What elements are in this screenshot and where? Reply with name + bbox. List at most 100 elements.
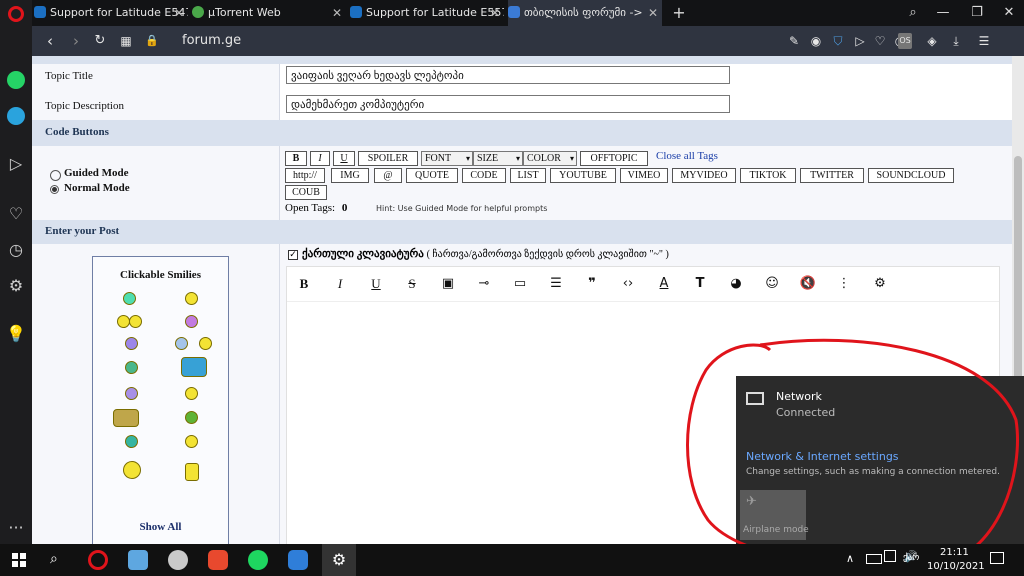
show-all-link[interactable]: Show All xyxy=(93,521,228,533)
battery-icon[interactable] xyxy=(866,554,882,564)
bold-tag-button[interactable]: B xyxy=(285,151,307,166)
bold-icon[interactable]: B xyxy=(295,275,313,293)
code-icon[interactable]: ‹› xyxy=(619,275,637,293)
close-tab-icon[interactable]: ✕ xyxy=(490,0,500,26)
tab-1[interactable]: Support for Latitude E5470 ✕ xyxy=(34,0,188,26)
utorrent-taskbar-icon[interactable] xyxy=(288,550,308,570)
reload-icon[interactable]: ↻ xyxy=(90,26,110,56)
smiley-icon[interactable] xyxy=(185,435,198,448)
color-select[interactable]: COLOR ▾ xyxy=(523,151,577,166)
link-icon[interactable]: ⊸ xyxy=(475,275,493,293)
tab-4-active[interactable]: თბილისის ფორუმი -> ✕ xyxy=(508,0,662,26)
spoiler-tag-button[interactable]: SPOILER xyxy=(358,151,418,166)
notification-icon[interactable] xyxy=(990,552,1004,564)
lightbulb-icon[interactable]: 💡 xyxy=(6,324,26,344)
smiley-icon[interactable] xyxy=(185,315,198,328)
screen-recorder-taskbar-icon[interactable] xyxy=(208,550,228,570)
topic-title-input[interactable]: ვაიფაის ვეღარ ხედავს ლეპტოპი xyxy=(286,66,730,84)
quote-tag-button[interactable]: QUOTE xyxy=(406,168,458,183)
smiley-icon[interactable] xyxy=(185,463,199,481)
url-field[interactable]: forum.ge xyxy=(182,26,241,56)
history-icon[interactable]: ◷ xyxy=(6,240,26,260)
palette-icon[interactable]: ◕ xyxy=(727,275,745,293)
video-icon[interactable]: ▭ xyxy=(511,275,529,293)
edit-icon[interactable]: ✎ xyxy=(786,33,802,49)
tab-3[interactable]: Support for Latitude E5570 ✕ xyxy=(350,0,504,26)
list-tag-button[interactable]: LIST xyxy=(510,168,546,183)
network-settings-link[interactable]: Network & Internet settings xyxy=(746,450,899,463)
smiley-icon[interactable] xyxy=(123,461,141,479)
whatsapp-icon[interactable] xyxy=(6,70,26,90)
close-tab-icon[interactable]: ✕ xyxy=(648,0,658,26)
heart-icon[interactable]: ♡ xyxy=(6,204,26,224)
smiley-icon[interactable] xyxy=(185,387,198,400)
minimize-icon[interactable]: — xyxy=(928,0,958,26)
close-tab-icon[interactable]: ✕ xyxy=(332,0,342,26)
shield-icon[interactable]: ⛉ xyxy=(830,33,846,49)
settings-taskbar-icon[interactable]: ⚙ xyxy=(322,544,356,576)
camera-icon[interactable]: ◉ xyxy=(808,33,824,49)
smiley-icon[interactable] xyxy=(125,361,138,374)
vimeo-tag-button[interactable]: VIMEO xyxy=(620,168,668,183)
airplane-mode-button[interactable]: ✈ Airplane mode xyxy=(740,490,809,540)
coub-tag-button[interactable]: COUB xyxy=(285,185,327,200)
tiles-icon[interactable]: ▦ xyxy=(116,26,136,56)
text-size-icon[interactable]: T xyxy=(691,275,709,293)
cube-icon[interactable]: ◈ xyxy=(924,33,940,49)
emoji-icon[interactable]: ☺ xyxy=(763,275,781,293)
smiley-icon[interactable] xyxy=(129,315,142,328)
smiley-icon[interactable] xyxy=(125,337,138,350)
smiley-icon[interactable] xyxy=(199,337,212,350)
smiley-icon[interactable] xyxy=(175,337,188,350)
heart-icon[interactable]: ♡ xyxy=(872,33,888,49)
windows-start-icon[interactable] xyxy=(12,553,26,567)
list-icon[interactable]: ☰ xyxy=(547,275,565,293)
code-tag-button[interactable]: CODE xyxy=(462,168,506,183)
close-tab-icon[interactable]: ✕ xyxy=(174,0,184,26)
smiley-icon[interactable] xyxy=(185,411,198,424)
more-icon[interactable]: ··· xyxy=(6,518,26,538)
italic-icon[interactable]: I xyxy=(331,275,349,293)
underline-icon[interactable]: U xyxy=(367,275,385,293)
telegram-icon[interactable] xyxy=(6,106,26,126)
text-color-icon[interactable]: A xyxy=(655,275,673,293)
topic-desc-input[interactable]: დამეხმარეთ კომპიუტერი xyxy=(286,95,730,113)
smiley-icon[interactable] xyxy=(125,435,138,448)
viking-smiley-icon[interactable] xyxy=(113,409,139,427)
easy-setup-icon[interactable]: ☰ xyxy=(976,33,992,49)
url-tag-button[interactable]: http:// xyxy=(285,168,325,183)
restore-icon[interactable]: ❐ xyxy=(962,0,992,26)
guided-mode-radio[interactable] xyxy=(50,170,61,181)
download-icon[interactable]: ⤓ xyxy=(948,33,964,49)
opera-logo-icon[interactable] xyxy=(8,6,24,22)
offtopic-tag-button[interactable]: OFFTOPIC xyxy=(580,151,648,166)
clock-date[interactable]: 10/10/2021 xyxy=(927,561,985,572)
smiley-icon[interactable] xyxy=(185,292,198,305)
mention-tag-button[interactable]: @ xyxy=(374,168,402,183)
underline-tag-button[interactable]: U xyxy=(333,151,355,166)
size-select[interactable]: SIZE ▾ xyxy=(473,151,523,166)
image-icon[interactable]: ▣ xyxy=(439,275,457,293)
search-tabs-icon[interactable]: ⌕ xyxy=(898,0,928,26)
forward-icon[interactable]: › xyxy=(66,26,86,56)
smiley-icon[interactable] xyxy=(123,292,136,305)
tiktok-tag-button[interactable]: TIKTOK xyxy=(740,168,796,183)
youtube-tag-button[interactable]: YOUTUBE xyxy=(550,168,616,183)
smiley-icon[interactable] xyxy=(125,387,138,400)
search-icon[interactable]: ⌕ xyxy=(50,551,58,567)
language-indicator[interactable]: ქარ xyxy=(903,553,919,563)
twitter-tag-button[interactable]: TWITTER xyxy=(800,168,864,183)
network-title[interactable]: Network xyxy=(776,390,822,403)
tab-2[interactable]: µTorrent Web ✕ xyxy=(192,0,346,26)
georgian-keyboard-checkbox[interactable]: ✓ xyxy=(288,250,298,260)
strikethrough-icon[interactable]: S xyxy=(403,275,421,293)
close-all-tags-link[interactable]: Close all Tags xyxy=(656,150,718,162)
app-taskbar-icon[interactable] xyxy=(168,550,188,570)
paint-taskbar-icon[interactable] xyxy=(128,550,148,570)
network-tray-icon[interactable] xyxy=(884,550,896,562)
extension-icon[interactable]: OS xyxy=(898,33,912,49)
quote-icon[interactable]: ❞ xyxy=(583,275,601,293)
swimmer-smiley-icon[interactable] xyxy=(181,357,207,377)
clock-time[interactable]: 21:11 xyxy=(940,547,969,558)
settings-icon[interactable]: ⚙ xyxy=(6,276,26,296)
